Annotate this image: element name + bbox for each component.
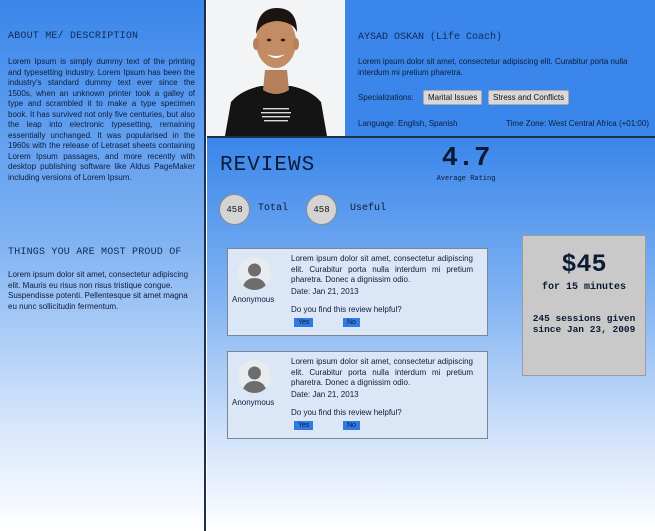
helpful-yes-button[interactable]: Yes <box>294 421 314 430</box>
pricing-card[interactable]: $45 for 15 minutes 245 sessions given si… <box>522 235 646 376</box>
helpful-no-button[interactable]: No <box>343 318 360 327</box>
language-info: Language: English, Spanish <box>358 119 458 128</box>
review-author: Anonymous <box>232 295 275 304</box>
review-date: Date: Jan 21, 2013 <box>291 390 359 399</box>
coach-info-panel: AYSAD OSKAN (Life Coach) Lorem ipsum dol… <box>345 0 655 136</box>
proud-text: Lorem ipsum dolor sit amet, consectetur … <box>8 270 189 311</box>
about-heading: ABOUT ME/ DESCRIPTION <box>8 31 139 42</box>
avatar-icon <box>238 360 271 393</box>
sessions-count: 245 sessions given <box>532 313 636 324</box>
total-reviews-label: Total <box>258 203 289 214</box>
specialization-tag-stress[interactable]: Stress and Conflicts <box>488 90 570 105</box>
profile-sidebar: ABOUT ME/ DESCRIPTION Lorem Ipsum is sim… <box>0 0 206 531</box>
sessions-since: since Jan 23, 2009 <box>532 324 636 335</box>
specialization-tag-marital[interactable]: Marital Issues <box>423 90 483 105</box>
useful-reviews-label: Useful <box>350 203 387 214</box>
coach-name: AYSAD OSKAN (Life Coach) <box>358 32 503 43</box>
average-rating-value: 4.7 <box>441 144 491 174</box>
sessions-summary: 245 sessions given since Jan 23, 2009 <box>523 313 645 335</box>
price-value: $45 <box>561 250 607 279</box>
about-text: Lorem Ipsum is simply dummy text of the … <box>8 57 195 182</box>
review-date: Date: Jan 21, 2013 <box>291 287 359 296</box>
total-reviews-count: 458 <box>219 194 250 225</box>
review-card: Anonymous Lorem ipsum dolor sit amet, co… <box>227 248 488 336</box>
helpful-question: Do you find this review helpful? <box>291 408 402 417</box>
coach-description: Lorem ipsum dolor sit amet, consectetur … <box>358 57 628 77</box>
avatar-icon <box>238 257 271 290</box>
average-rating-label: Average Rating <box>436 175 496 183</box>
reviews-section: REVIEWS 4.7 Average Rating 458 Total 458… <box>207 136 655 531</box>
review-author: Anonymous <box>232 398 275 407</box>
price-duration: for 15 minutes <box>541 282 626 293</box>
helpful-no-button[interactable]: No <box>343 421 360 430</box>
review-card: Anonymous Lorem ipsum dolor sit amet, co… <box>227 351 488 439</box>
review-text: Lorem ipsum dolor sit amet, consectetur … <box>291 254 473 284</box>
reviews-title: REVIEWS <box>220 154 316 177</box>
helpful-question: Do you find this review helpful? <box>291 305 402 314</box>
useful-reviews-count: 458 <box>306 194 337 225</box>
coach-photo <box>207 0 345 136</box>
specializations-label: Specializations: <box>358 93 414 102</box>
proud-heading: THINGS YOU ARE MOST PROUD OF <box>8 247 182 258</box>
review-text: Lorem ipsum dolor sit amet, consectetur … <box>291 357 473 387</box>
helpful-yes-button[interactable]: Yes <box>294 318 314 327</box>
timezone-info: Time Zone: West Central Africa (+01:00) <box>506 119 649 128</box>
